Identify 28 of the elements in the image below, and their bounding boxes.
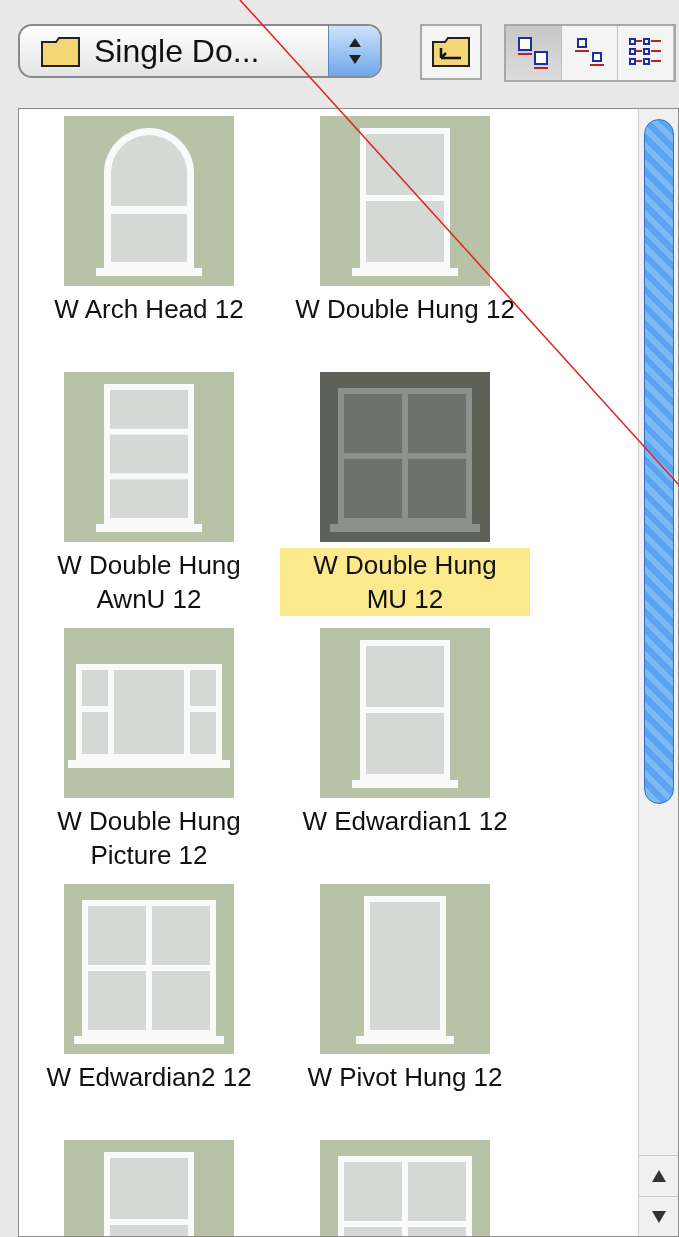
window-thumbnail[interactable] xyxy=(320,884,490,1054)
scroll-thumb[interactable] xyxy=(644,119,674,804)
scroll-up-arrow-icon[interactable] xyxy=(651,1168,667,1183)
window-thumbnail[interactable] xyxy=(64,884,234,1054)
view-mode-button[interactable] xyxy=(562,26,618,80)
item-label[interactable]: W Double Hung Picture 12 xyxy=(24,804,274,872)
folder-popup[interactable]: Single Do... xyxy=(18,24,382,78)
view-mode-button[interactable] xyxy=(506,26,562,80)
window-thumbnail[interactable] xyxy=(320,372,490,542)
folder-icon xyxy=(40,34,82,68)
parent-folder-button[interactable] xyxy=(420,24,482,80)
item-label[interactable]: W Arch Head 12 xyxy=(44,292,254,326)
item-label[interactable]: W Pivot Hung 12 xyxy=(297,1060,513,1094)
item-label[interactable]: W Edwardian1 12 xyxy=(292,804,518,838)
stepper-arrows-icon xyxy=(347,36,362,66)
window-thumbnail[interactable] xyxy=(320,116,490,286)
window-thumbnail[interactable] xyxy=(64,372,234,542)
item-label[interactable]: W Double Hung AwnU 12 xyxy=(24,548,274,616)
window-thumbnail[interactable] xyxy=(64,116,234,286)
window-thumbnail[interactable] xyxy=(320,628,490,798)
item-label[interactable]: W Double Hung MU 12 xyxy=(280,548,530,616)
scrollbar[interactable] xyxy=(638,109,678,1236)
window-thumbnail[interactable] xyxy=(64,628,234,798)
view-mode-button[interactable] xyxy=(618,26,674,80)
item-label[interactable]: W Double Hung 12 xyxy=(285,292,525,326)
folder-up-icon xyxy=(431,36,471,68)
item-label[interactable]: W Edwardian2 12 xyxy=(36,1060,262,1094)
scroll-down-arrow-icon[interactable] xyxy=(651,1209,667,1224)
